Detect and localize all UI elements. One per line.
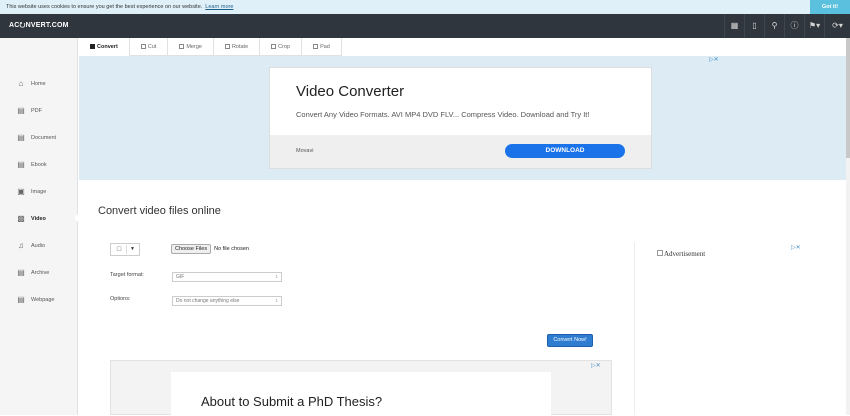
ad-text: Convert Any Video Formats. AVI MP4 DVD F… <box>296 110 590 119</box>
ad-card[interactable]: About to Submit a PhD Thesis? <box>171 372 551 416</box>
ad-title[interactable]: Video Converter <box>296 83 404 100</box>
archive-icon: ▤ <box>17 267 25 277</box>
home-icon: ⌂ <box>18 78 24 88</box>
ad-choices-icon[interactable]: ▷✕ <box>709 56 719 63</box>
sidebar-item-video[interactable]: ▩ Video <box>0 205 79 232</box>
side-ad-alt: Advertisement <box>664 250 706 258</box>
tab-label: Rotate <box>231 43 249 50</box>
select-arrows-icon: ↕ <box>275 274 279 280</box>
target-format-select[interactable]: GIF ↕ <box>172 272 282 282</box>
refresh-icon[interactable]: ⟳▾ <box>824 14 850 38</box>
ad-choices-icon[interactable]: ▷✕ <box>791 244 801 251</box>
select-arrows-icon: ↕ <box>275 298 279 304</box>
tool-tabs: Convert Cut Merge Rotate Crop Pad <box>79 38 342 56</box>
document-icon: ▤ <box>17 132 25 142</box>
tab-convert[interactable]: Convert <box>79 38 130 56</box>
convert-icon <box>90 44 95 49</box>
sidebar-item-label: Document <box>31 134 57 141</box>
sidebar-item-webpage[interactable]: ▤ Webpage <box>0 286 78 313</box>
choose-files-button[interactable]: Choose Files <box>171 244 212 254</box>
target-format-label: Target format: <box>110 272 144 278</box>
target-format-value: GIF <box>176 274 185 280</box>
broken-image-icon <box>657 250 663 256</box>
tab-label: Crop <box>278 43 291 50</box>
tab-label: Cut <box>147 43 157 50</box>
merge-icon <box>179 44 185 49</box>
search-icon[interactable]: ⚲ <box>764 14 784 38</box>
grid-icon[interactable]: ▦ <box>724 14 744 38</box>
tab-rotate[interactable]: Rotate <box>213 38 261 56</box>
sidebar-item-label: Ebook <box>31 161 47 168</box>
sidebar-item-label: Audio <box>31 242 46 249</box>
ebook-icon: ▤ <box>17 159 25 169</box>
sidebar-item-ebook[interactable]: ▤ Ebook <box>0 151 78 178</box>
tab-label: Convert <box>97 43 118 50</box>
audio-icon: ♫ <box>18 240 24 250</box>
cut-icon <box>140 44 146 49</box>
file-icon: □ <box>116 246 122 253</box>
tab-pad[interactable]: Pad <box>302 38 342 56</box>
video-icon: ▩ <box>17 213 25 223</box>
scrollbar-thumb[interactable] <box>846 38 850 158</box>
sidebar: ⌂ Home ▤ PDF ▤ Document ▤ Ebook ▣ Image ▩ Vide… <box>0 38 79 415</box>
file-source-dropdown[interactable]: □ ▼ <box>110 243 140 256</box>
sidebar-item-pdf[interactable]: ▤ PDF <box>0 97 78 124</box>
learn-more-link[interactable]: Learn more <box>205 4 233 10</box>
ad-banner: ▷✕ Video Converter Convert Any Video For… <box>79 56 850 180</box>
sidebar-item-label: Webpage <box>31 296 55 303</box>
cookie-bar: This website uses cookies to ensure you … <box>0 0 850 14</box>
ad-footer: Movavi DOWNLOAD <box>270 135 651 168</box>
tab-crop[interactable]: Crop <box>260 38 303 56</box>
pdf-icon: ▤ <box>17 105 25 115</box>
ad-card[interactable]: Video Converter Convert Any Video Format… <box>269 67 652 169</box>
image-icon: ▣ <box>17 186 25 196</box>
sidebar-item-label: Archive <box>31 269 50 276</box>
tab-label: Pad <box>320 43 330 50</box>
side-ad[interactable]: Advertisement <box>657 250 705 258</box>
site-logo[interactable]: AC⭮NVERT.COM <box>9 14 69 38</box>
ad-brand: Movavi <box>296 148 314 154</box>
mobile-icon[interactable]: ▯ <box>744 14 764 38</box>
file-status: No file chosen <box>214 246 249 252</box>
help-icon[interactable]: ⓘ <box>784 14 804 38</box>
options-value: Do not change anything else <box>176 298 240 304</box>
rotate-icon <box>224 44 230 49</box>
divider <box>634 242 635 415</box>
sidebar-item-label: Video <box>31 215 46 222</box>
options-select[interactable]: Do not change anything else ↕ <box>172 296 282 306</box>
sidebar-item-label: Home <box>31 80 46 87</box>
sidebar-item-image[interactable]: ▣ Image <box>0 178 78 205</box>
sidebar-item-label: Image <box>31 188 47 195</box>
download-button[interactable]: DOWNLOAD <box>505 144 625 158</box>
sidebar-item-home[interactable]: ⌂ Home <box>0 70 78 97</box>
sidebar-item-label: PDF <box>31 107 42 114</box>
pad-icon <box>313 44 319 49</box>
tab-merge[interactable]: Merge <box>168 38 214 56</box>
convert-now-button[interactable]: Convert Now! <box>547 334 593 347</box>
scrollbar[interactable] <box>846 38 850 415</box>
got-it-button[interactable]: Got it! <box>810 0 850 14</box>
sidebar-item-audio[interactable]: ♫ Audio <box>0 232 78 259</box>
crop-icon <box>271 44 277 49</box>
file-input[interactable]: Choose Files No file chosen <box>171 244 249 254</box>
bookmark-icon[interactable]: ⚑▾ <box>804 14 824 38</box>
sidebar-item-document[interactable]: ▤ Document <box>0 124 78 151</box>
sidebar-item-archive[interactable]: ▤ Archive <box>0 259 78 286</box>
tab-label: Merge <box>186 43 202 50</box>
bottom-ad[interactable]: ▷✕ About to Submit a PhD Thesis? <box>110 360 612 416</box>
top-navbar: AC⭮NVERT.COM ▦ ▯ ⚲ ⓘ ⚑▾ ⟳▾ <box>0 14 850 38</box>
chevron-down-icon[interactable]: ▼ <box>126 245 138 254</box>
page-title: Convert video files online <box>98 205 221 217</box>
options-label: Options: <box>110 296 131 302</box>
tab-cut[interactable]: Cut <box>129 38 169 56</box>
ad-title: About to Submit a PhD Thesis? <box>201 394 383 409</box>
ad-choices-icon[interactable]: ▷✕ <box>591 362 601 369</box>
webpage-icon: ▤ <box>17 294 25 304</box>
cookie-text: This website uses cookies to ensure you … <box>6 4 203 10</box>
